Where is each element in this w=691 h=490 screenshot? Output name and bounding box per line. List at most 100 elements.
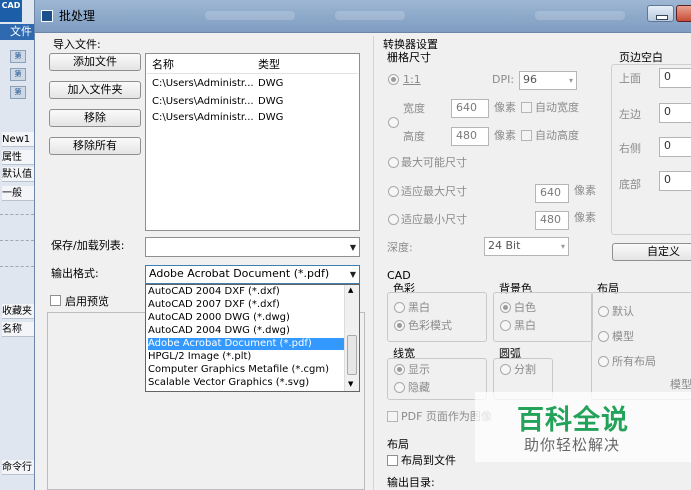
- raster-size-title: 栅格尺寸: [387, 51, 431, 64]
- divider: [0, 214, 34, 215]
- fit-min-field[interactable]: 480: [535, 211, 569, 230]
- enable-preview-label: 启用预览: [65, 295, 109, 308]
- table-row[interactable]: C:\Users\Administr... DWG: [146, 76, 359, 92]
- margin-left-field[interactable]: 0: [659, 103, 691, 123]
- panel-title: 属性: [2, 150, 34, 165]
- format-option[interactable]: Scalable Vector Graphics (*.svg): [148, 377, 344, 389]
- format-option[interactable]: AutoCAD 2004 DXF (*.dxf): [148, 286, 344, 298]
- auto-height-checkbox[interactable]: [521, 130, 532, 141]
- column-header-name[interactable]: 名称: [152, 58, 174, 71]
- format-option[interactable]: AutoCAD 2004 DWG (*.dwg): [148, 325, 344, 337]
- batch-dialog: 批处理 导入文件: 添加文件 加入文件夹 移除 移除所有 名称 类型 C:\Us…: [34, 0, 691, 490]
- depth-combo[interactable]: 24 Bit ▾: [484, 237, 569, 256]
- layout-model-radio[interactable]: [598, 331, 609, 342]
- scroll-up-icon[interactable]: ▲: [348, 286, 353, 294]
- file-type: DWG: [258, 78, 284, 89]
- column-header-type[interactable]: 类型: [258, 58, 280, 71]
- color-mode-radio[interactable]: [394, 320, 405, 331]
- add-file-button[interactable]: 添加文件: [49, 53, 141, 71]
- auto-width-label: 自动宽度: [535, 101, 579, 114]
- dpi-combo[interactable]: 96 ▾: [519, 71, 577, 90]
- margin-right-field[interactable]: 0: [659, 137, 691, 157]
- add-folder-button[interactable]: 加入文件夹: [49, 81, 141, 99]
- layout-model-label: 模型: [612, 330, 634, 343]
- remove-button[interactable]: 移除: [49, 109, 141, 127]
- custom-button[interactable]: 自定义: [612, 243, 691, 261]
- depth-value: 24 Bit: [488, 239, 521, 252]
- max-possible-label: 最大可能尺寸: [401, 156, 467, 169]
- ratio-label: 1:1: [403, 73, 421, 86]
- titlebar-blur: [535, 11, 625, 20]
- lw-hide-radio[interactable]: [394, 382, 405, 393]
- minimize-button[interactable]: [647, 5, 674, 22]
- auto-height-label: 自动高度: [535, 129, 579, 142]
- auto-width-checkbox[interactable]: [521, 102, 532, 113]
- width-field[interactable]: 640: [451, 99, 489, 118]
- dialog-titlebar[interactable]: 批处理: [35, 0, 691, 33]
- remove-all-button[interactable]: 移除所有: [49, 137, 141, 155]
- white-radio[interactable]: [500, 302, 511, 313]
- format-option[interactable]: AutoCAD 2007 DXF (*.dxf): [148, 299, 344, 311]
- format-option[interactable]: AutoCAD 2000 DWG (*.dwg): [148, 312, 344, 324]
- titlebar-blur: [335, 11, 405, 20]
- margin-top-field[interactable]: 0: [659, 68, 691, 88]
- margin-left-label: 左边: [619, 108, 641, 121]
- lw-show-radio[interactable]: [394, 364, 405, 375]
- format-option[interactable]: Computer Graphics Metafile (*.cgm): [148, 364, 344, 376]
- tool-icon[interactable]: 第: [10, 50, 26, 63]
- lw-show-label: 显示: [408, 363, 430, 376]
- pixel-unit: 像素: [574, 211, 596, 224]
- tool-icon[interactable]: 第: [10, 86, 26, 99]
- format-dropdown[interactable]: AutoCAD 2004 DXF (*.dxf) AutoCAD 2007 DX…: [145, 284, 360, 392]
- fit-max-field[interactable]: 640: [535, 184, 569, 203]
- tool-label: 第: [14, 88, 22, 96]
- ratio-radio[interactable]: [388, 74, 399, 85]
- arc-split-label: 分割: [514, 363, 536, 376]
- close-button[interactable]: [676, 5, 691, 22]
- dialog-title: 批处理: [59, 9, 96, 23]
- chevron-down-icon: ▾: [560, 242, 565, 251]
- margins-title: 页边空白: [619, 51, 663, 64]
- height-label: 高度: [403, 130, 425, 143]
- arc-split-radio[interactable]: [500, 364, 511, 375]
- format-option[interactable]: HPGL/2 Image (*.plt): [148, 351, 344, 363]
- fit-max-radio[interactable]: [388, 186, 399, 197]
- pdf-as-image-checkbox[interactable]: [387, 411, 398, 422]
- name-label: 名称: [2, 322, 34, 337]
- scroll-down-icon[interactable]: ▼: [348, 380, 353, 388]
- table-row[interactable]: C:\Users\Administr... DWG: [146, 110, 359, 126]
- titlebar-blur: [205, 11, 295, 20]
- format-option-selected[interactable]: Adobe Acrobat Document (*.pdf): [148, 338, 344, 350]
- scroll-thumb[interactable]: [347, 335, 357, 375]
- table-row[interactable]: C:\Users\Administr... DWG: [146, 94, 359, 110]
- fit-min-radio[interactable]: [388, 214, 399, 225]
- tool-icon[interactable]: 第: [10, 68, 26, 81]
- save-list-combo[interactable]: ▼: [145, 237, 360, 257]
- lw-hide-label: 隐藏: [408, 381, 430, 394]
- margin-top-label: 上面: [619, 72, 641, 85]
- max-possible-radio[interactable]: [388, 157, 399, 168]
- fav-label: 收藏夹: [2, 304, 34, 319]
- menu-file[interactable]: 文件: [0, 24, 34, 40]
- dpi-label: DPI:: [492, 73, 515, 86]
- layout-default-label: 默认: [612, 305, 634, 318]
- layout-to-file-checkbox[interactable]: [387, 455, 398, 466]
- output-format-combo[interactable]: Adobe Acrobat Document (*.pdf) ▼: [145, 265, 360, 284]
- layout-default-radio[interactable]: [598, 306, 609, 317]
- color-group: [387, 292, 487, 342]
- custom-size-radio[interactable]: [388, 117, 399, 128]
- height-field[interactable]: 480: [451, 127, 489, 146]
- header-divider: [147, 73, 358, 74]
- doc-tab[interactable]: New1: [2, 132, 34, 147]
- enable-preview-checkbox[interactable]: [50, 295, 61, 306]
- layout-all-radio[interactable]: [598, 356, 609, 367]
- file-list[interactable]: 名称 类型 C:\Users\Administr... DWG C:\Users…: [145, 53, 360, 231]
- margin-bottom-field[interactable]: 0: [659, 171, 691, 191]
- bw-radio[interactable]: [394, 302, 405, 313]
- width-label: 宽度: [403, 102, 425, 115]
- pixel-unit: 像素: [494, 101, 516, 114]
- black-radio[interactable]: [500, 320, 511, 331]
- dropdown-scrollbar[interactable]: ▲ ▼: [344, 285, 359, 391]
- tree-item[interactable]: 一般: [2, 186, 34, 201]
- tool-label: 第: [14, 52, 22, 60]
